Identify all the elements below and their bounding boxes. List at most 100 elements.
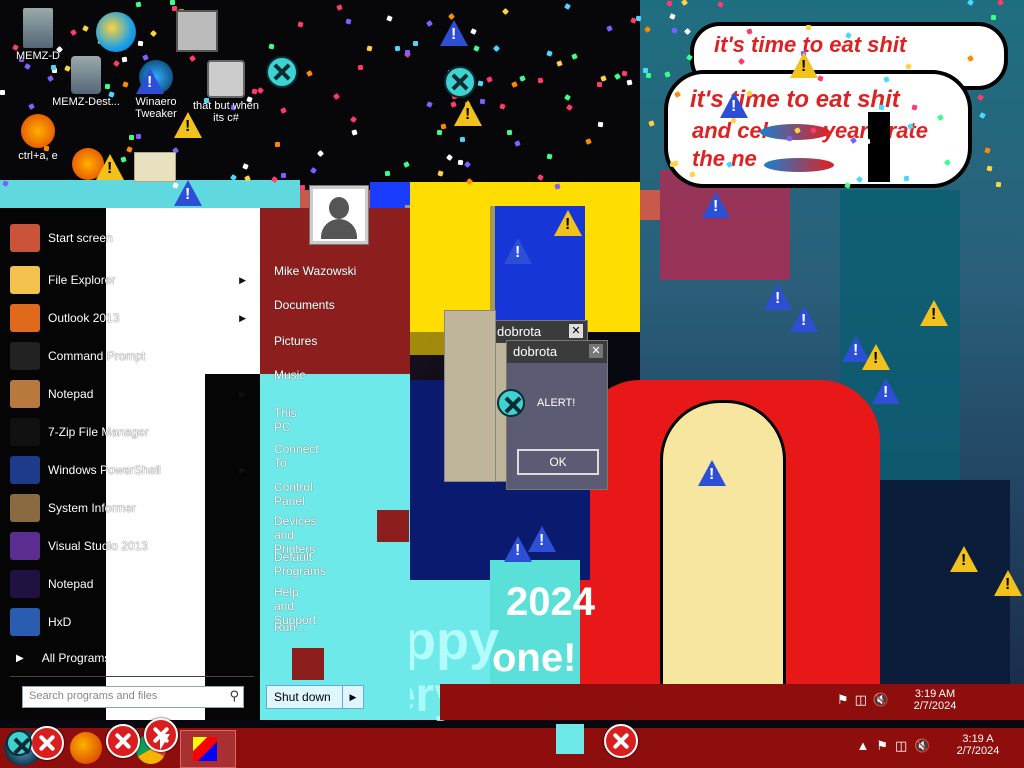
paint-app-icon xyxy=(193,737,217,761)
program-label: Outlook 2013 xyxy=(48,311,120,325)
submenu-arrow-icon: ▶ xyxy=(239,312,246,323)
7zip-icon xyxy=(10,418,40,446)
place-link[interactable]: Control Panel xyxy=(274,480,313,508)
program-item[interactable]: Start screen xyxy=(10,222,258,254)
window-stack-icon xyxy=(207,60,245,98)
recycle-bin-icon xyxy=(23,8,53,48)
program-label: Command Prompt xyxy=(48,349,146,363)
visual-studio-icon xyxy=(10,532,40,560)
warning-icon xyxy=(720,92,748,118)
taskbar-app-button[interactable] xyxy=(180,730,236,768)
error-icon xyxy=(604,724,638,758)
program-item[interactable]: Notepad ▶ xyxy=(10,378,258,410)
all-programs-label: All Programs xyxy=(41,651,111,665)
submenu-arrow-icon: ▶ xyxy=(239,274,246,285)
banner-year: 2024 xyxy=(506,580,595,624)
user-name-link[interactable]: Mike Wazowski xyxy=(274,264,356,278)
program-label: 7-Zip File Manager xyxy=(48,425,149,439)
desktop-icon-label: ctrl+a, e xyxy=(18,150,58,162)
taskbar-firefox-icon[interactable] xyxy=(70,732,102,764)
desktop-icon-label: MEMZ-Dest... xyxy=(52,96,120,108)
warning-icon xyxy=(136,68,164,94)
place-link[interactable]: Documents xyxy=(274,298,335,312)
warning-icon xyxy=(504,238,532,264)
place-link[interactable]: Default Programs xyxy=(274,550,326,578)
folder-icon xyxy=(10,266,40,294)
program-item[interactable]: Visual Studio 2013 xyxy=(10,530,258,562)
desktop-icon-ctrl-a[interactable]: ctrl+a, e xyxy=(0,114,76,162)
program-item[interactable]: File Explorer ▶ xyxy=(10,264,258,296)
warning-icon xyxy=(994,570,1022,596)
clock-date: 2/7/2024 xyxy=(913,700,957,712)
window-stack-icon[interactable] xyxy=(176,10,218,52)
dialog-alert[interactable]: dobrota ✕ ALERT! OK xyxy=(497,340,608,490)
hxd-icon[interactable] xyxy=(134,152,176,182)
warning-icon xyxy=(872,378,900,404)
search-icon: ⚲ xyxy=(229,688,239,703)
warning-icon xyxy=(96,154,124,180)
warning-icon xyxy=(920,300,948,326)
mouse-cursor xyxy=(160,734,170,750)
close-button[interactable]: ✕ xyxy=(589,344,603,358)
program-item[interactable]: Windows PowerShell ▶ xyxy=(10,454,258,486)
warning-icon xyxy=(702,192,730,218)
notepad-icon xyxy=(10,380,40,408)
warning-icon xyxy=(174,180,202,206)
place-link[interactable]: This PC xyxy=(274,406,297,434)
error-icon xyxy=(266,56,298,88)
program-label: Notepad xyxy=(48,387,94,401)
cmd-icon xyxy=(10,342,40,370)
shutdown-button[interactable]: Shut down ▶ xyxy=(266,685,364,709)
clock[interactable]: 3:19 AM 2/7/2024 xyxy=(904,688,966,712)
clock-time: 3:19 A xyxy=(962,733,994,745)
search-input[interactable]: Search programs and files ⚲ xyxy=(22,686,244,708)
user-avatar[interactable] xyxy=(310,186,368,244)
warning-icon xyxy=(528,526,556,552)
clock-date: 2/7/2024 xyxy=(956,745,1000,757)
program-item[interactable]: HxD xyxy=(10,606,258,638)
program-label: Visual Studio 2013 xyxy=(48,539,148,553)
program-item[interactable]: 7-Zip File Manager xyxy=(10,416,258,448)
hxd-icon xyxy=(10,608,40,636)
system-informer-icon xyxy=(10,494,40,522)
place-link[interactable]: Music xyxy=(274,368,305,382)
warning-icon xyxy=(698,460,726,486)
error-icon xyxy=(106,724,140,758)
warning-icon xyxy=(790,52,818,78)
place-link[interactable]: Connect To xyxy=(274,442,319,470)
error-icon xyxy=(497,389,525,417)
desktop-icon-memz-d[interactable]: MEMZ-D xyxy=(0,8,76,62)
desktop-icon-label: that but when its c# xyxy=(192,100,260,124)
edge-icon[interactable] xyxy=(96,12,136,52)
dialog-message: ALERT! xyxy=(537,397,576,409)
close-button[interactable]: ✕ xyxy=(569,324,583,338)
desktop-icon-memz-dest[interactable]: MEMZ-Dest... xyxy=(48,56,124,108)
program-item[interactable]: System Informer xyxy=(10,492,258,524)
tray-icons: ▲⚑◫🔇 xyxy=(856,738,938,753)
shutdown-label: Shut down xyxy=(274,690,331,704)
chevron-right-icon: ▶ xyxy=(16,652,24,664)
program-label: Start screen xyxy=(48,231,113,245)
clock[interactable]: 3:19 A 2/7/2024 xyxy=(950,733,1006,757)
program-item[interactable]: Notepad xyxy=(10,568,258,600)
ok-label: OK xyxy=(549,455,567,469)
place-link[interactable]: Pictures xyxy=(274,334,317,348)
firefox-icon xyxy=(21,114,55,148)
error-icon xyxy=(444,66,476,98)
program-label: System Informer xyxy=(48,501,137,515)
place-link[interactable]: Run... xyxy=(274,620,306,634)
dialog-ok-button[interactable]: OK xyxy=(517,449,599,475)
recycle-bin-icon xyxy=(71,56,101,94)
warning-icon xyxy=(862,344,890,370)
all-programs-button[interactable]: ▶ All Programs xyxy=(10,648,205,668)
banner-one: one! xyxy=(492,636,577,680)
shutdown-options-button[interactable]: ▶ xyxy=(342,686,363,708)
program-item[interactable]: Outlook 2013 ▶ xyxy=(10,302,258,334)
program-item[interactable]: Command Prompt xyxy=(10,340,258,372)
clock-time: 3:19 AM xyxy=(914,688,956,700)
warning-icon xyxy=(764,284,792,310)
start-screen-icon xyxy=(10,224,40,252)
dialog-title: dobrota xyxy=(513,344,558,359)
notepad-icon xyxy=(10,570,40,598)
error-icon xyxy=(30,726,64,760)
